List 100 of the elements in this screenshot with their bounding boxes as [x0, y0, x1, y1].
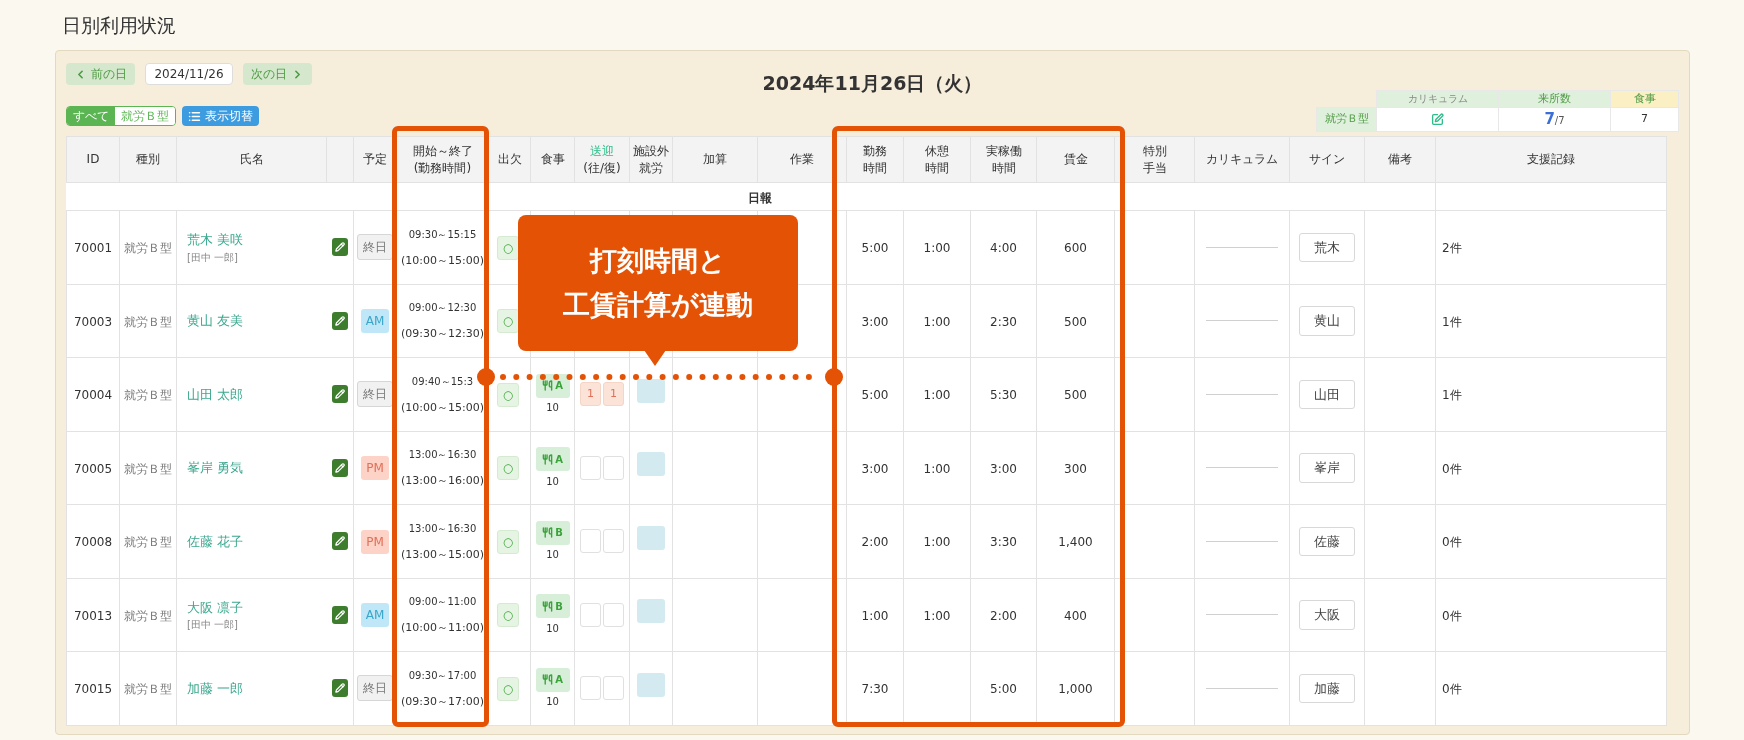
meal-badge[interactable]: B: [535, 594, 570, 618]
visit-count: 7/7: [1544, 110, 1565, 129]
transport-box[interactable]: 1: [603, 382, 624, 407]
table-cell: 1:00: [923, 461, 951, 476]
column-header: 予定: [362, 151, 388, 168]
connector-dot: [825, 368, 843, 386]
callout-text: 打刻時間と: [590, 244, 726, 278]
curriculum-dash: [1206, 393, 1278, 395]
attendance-badge[interactable]: ○: [497, 529, 519, 554]
meal-badge[interactable]: A: [535, 447, 570, 471]
attendance-badge[interactable]: ○: [497, 309, 519, 334]
planned-time: (10:00～15:00): [400, 252, 485, 269]
view-toggle-button[interactable]: 表示切替: [182, 106, 259, 126]
column-header: 支援記録: [1526, 151, 1576, 168]
transport-box[interactable]: [603, 676, 624, 701]
edit-button[interactable]: [331, 385, 348, 404]
transport-box[interactable]: [603, 602, 624, 627]
table-cell: 300: [1064, 461, 1087, 476]
meal-badge[interactable]: A: [535, 667, 570, 692]
planned-time: (10:00～15:00): [400, 399, 485, 416]
table-cell: 70015: [73, 682, 113, 697]
actual-time: 09:30～17:00: [408, 668, 477, 683]
attendance-badge[interactable]: ○: [497, 235, 519, 260]
table-cell: 0件: [1442, 608, 1462, 623]
table-cell: 70008: [73, 535, 113, 550]
edit-button[interactable]: [331, 605, 348, 624]
person-note: [田中 一郎]: [187, 250, 239, 265]
meal-badge[interactable]: A: [535, 373, 570, 398]
attendance-badge[interactable]: ○: [497, 676, 519, 701]
transport-box[interactable]: [580, 455, 601, 480]
schedule-badge: PM: [361, 529, 389, 554]
column-header: 賃金: [1062, 151, 1089, 168]
transport-box[interactable]: [580, 529, 601, 554]
next-day-button[interactable]: 次の日: [243, 63, 312, 85]
column-header: 加算: [702, 151, 728, 168]
column-header: 開始～終了: [411, 142, 474, 160]
attendance-badge[interactable]: ○: [497, 456, 519, 481]
actual-time: 13:00～16:30: [408, 448, 477, 463]
transport-box[interactable]: 1: [580, 382, 601, 407]
table-cell: 1:00: [861, 608, 889, 623]
attendance-badge[interactable]: ○: [497, 603, 519, 628]
table-cell: 500: [1064, 388, 1087, 403]
offsite-box[interactable]: [637, 378, 665, 403]
filter-tab[interactable]: 就労Ｂ型: [115, 107, 175, 125]
column-header: 出欠: [496, 151, 523, 168]
column-header: 備考: [1387, 151, 1413, 168]
signature-stamp[interactable]: 峯岸: [1299, 453, 1355, 483]
table-cell: 就労Ｂ型: [124, 535, 172, 550]
table-cell: 就労Ｂ型: [124, 314, 172, 329]
table-cell: 1件: [1442, 388, 1462, 403]
edit-button[interactable]: [331, 532, 348, 551]
table-cell: 4:00: [990, 241, 1017, 256]
pencil-icon: [334, 462, 345, 473]
schedule-badge: 終日: [357, 381, 393, 408]
summary-header: カリキュラム: [1407, 92, 1468, 104]
utensils-icon: [542, 453, 554, 465]
table-cell: 5:00: [861, 388, 889, 403]
signature-stamp[interactable]: 荒木: [1299, 232, 1355, 262]
attendance-badge[interactable]: ○: [497, 382, 519, 407]
column-header: カリキュラム: [1205, 151, 1279, 168]
person-name[interactable]: 大阪 凛子: [187, 597, 327, 617]
planned-time: (13:00～16:00): [400, 473, 485, 490]
meal-badge[interactable]: B: [535, 520, 570, 545]
summary-header: 食事: [1633, 91, 1656, 105]
table-cell: 1:00: [923, 608, 951, 623]
person-name[interactable]: 荒木 美咲: [187, 230, 327, 250]
meal-count: 7: [1641, 112, 1648, 126]
transport-box[interactable]: [603, 529, 624, 554]
edit-button[interactable]: [331, 238, 348, 257]
person-note: [田中 一郎]: [187, 618, 239, 632]
edit-icon[interactable]: [1431, 112, 1444, 126]
actual-time: 13:00～16:30: [408, 521, 477, 536]
schedule-badge: PM: [361, 456, 389, 481]
table-cell: 2:00: [990, 608, 1017, 623]
table-cell: 就労Ｂ型: [124, 388, 172, 403]
actual-time: 09:00～11:00: [408, 595, 477, 610]
signature-stamp[interactable]: 黄山: [1299, 306, 1355, 336]
utensils-icon: [542, 380, 554, 391]
utensils-icon: [542, 600, 554, 612]
transport-box[interactable]: [580, 602, 601, 627]
table-cell: 1,400: [1058, 535, 1093, 550]
actual-time: 09:40～15:3: [411, 374, 474, 389]
signature-stamp[interactable]: 佐藤: [1299, 526, 1355, 556]
edit-button[interactable]: [331, 458, 348, 477]
filter-tab[interactable]: すべて: [67, 107, 115, 125]
previous-day-button[interactable]: 前の日: [66, 63, 135, 85]
pencil-icon: [334, 242, 345, 253]
transport-box[interactable]: [580, 676, 601, 701]
column-header: 特別: [1141, 142, 1168, 160]
transport-box[interactable]: [603, 455, 624, 480]
table-cell: 2:00: [861, 535, 889, 550]
table-cell: 7:30: [861, 682, 889, 697]
signature-stamp[interactable]: 山田: [1299, 379, 1355, 409]
date-field[interactable]: 2024/11/26: [145, 63, 233, 85]
curriculum-dash: [1206, 540, 1278, 542]
signature-stamp[interactable]: 大阪: [1299, 600, 1355, 630]
edit-button[interactable]: [331, 311, 348, 330]
edit-button[interactable]: [331, 679, 348, 698]
report-label: 日報: [747, 190, 772, 205]
signature-stamp[interactable]: 加藤: [1299, 673, 1355, 703]
